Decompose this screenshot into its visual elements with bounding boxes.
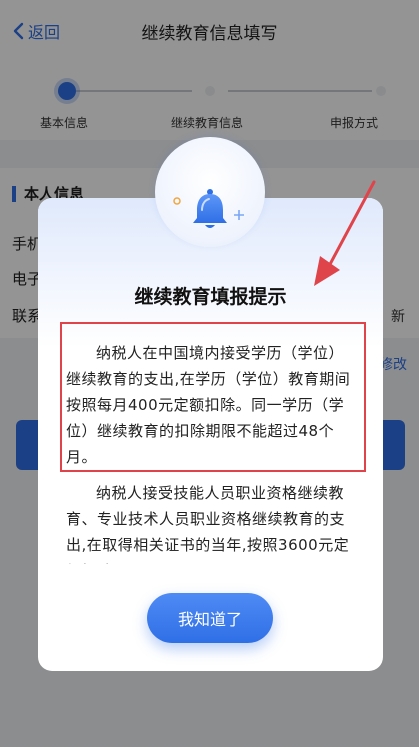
- acknowledge-button[interactable]: 我知道了: [147, 593, 273, 643]
- text-fade: [38, 548, 383, 588]
- sparkle-icon: [234, 210, 244, 220]
- annotation-arrow-icon: [314, 180, 376, 286]
- highlight-box: [60, 322, 366, 472]
- sparkle-icon: [173, 197, 181, 205]
- bell-icon: [193, 189, 227, 228]
